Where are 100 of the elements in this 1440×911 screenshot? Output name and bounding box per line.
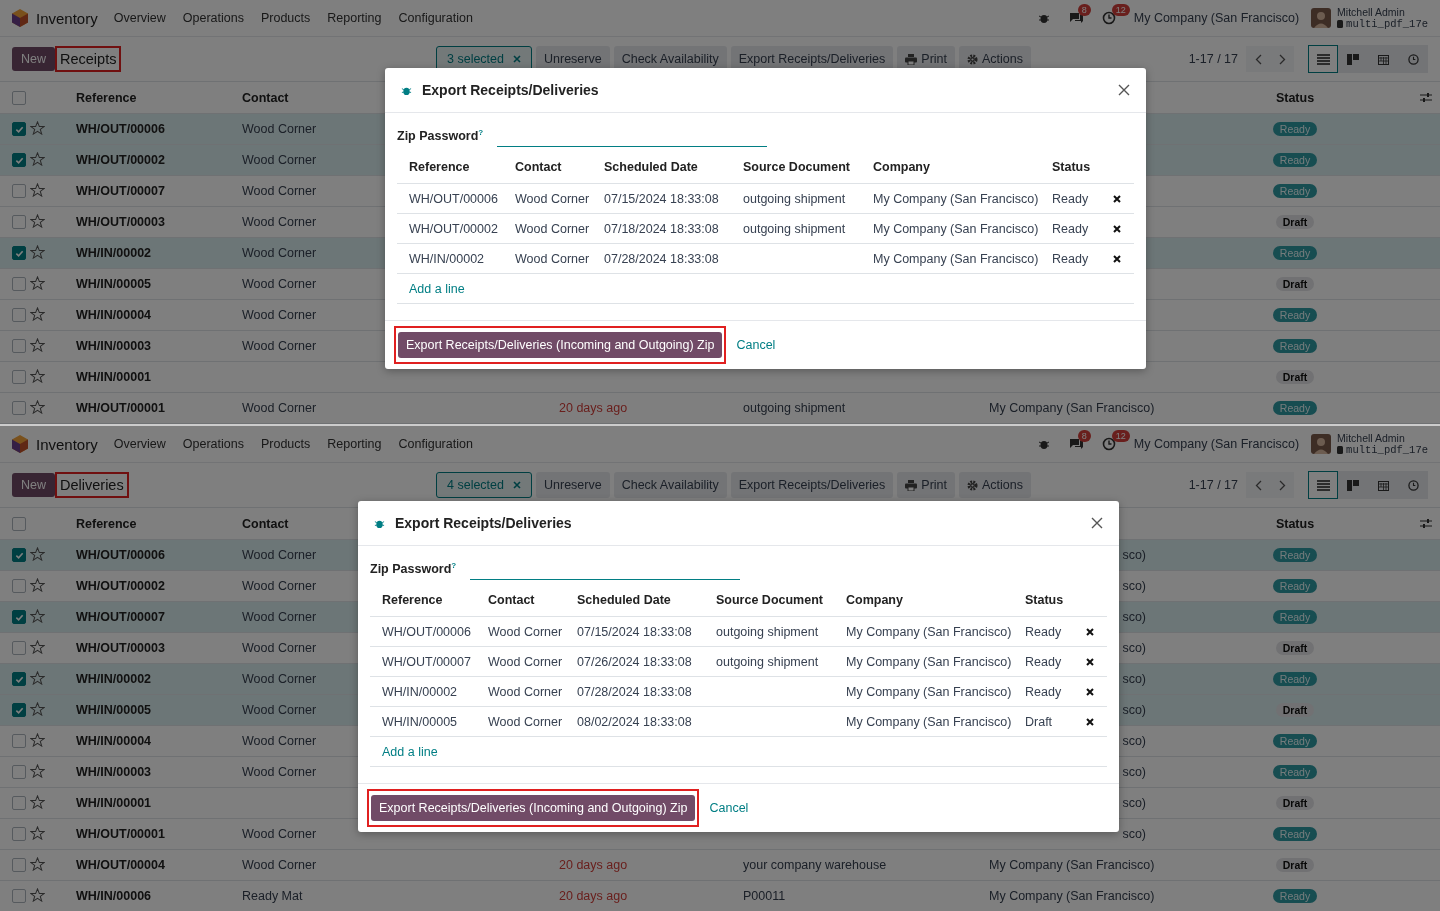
contact-cell: Wood Corner: [242, 548, 317, 562]
status-badge: Ready: [1272, 184, 1318, 198]
column-header: Scheduled Date: [577, 593, 671, 607]
company-cell: My Company (San Francisco): [989, 858, 1155, 872]
status-badge: Ready: [1272, 889, 1318, 903]
reference-cell: WH/OUT/00007: [76, 184, 165, 198]
reference-cell: WH/IN/00001: [76, 370, 152, 384]
database-name: multi_pdf_17e: [1346, 18, 1428, 30]
reference-cell: WH/OUT/00006: [76, 548, 165, 562]
dialog-title: Export Receipts/Deliveries: [422, 82, 600, 98]
reference-cell: WH/IN/00004: [76, 734, 152, 748]
company-cell: My Company (San Francisco): [989, 401, 1155, 415]
column-header: Status: [1052, 160, 1091, 174]
contact-cell: Wood Corner: [242, 122, 317, 136]
company-cell: sco): [1122, 579, 1146, 593]
column-header: Contact: [488, 593, 535, 607]
reference-cell: WH/IN/00006: [76, 889, 152, 903]
user-name: Mitchell Admin: [1337, 6, 1406, 18]
count-badge: 12: [1111, 430, 1130, 442]
contact-cell: Wood Corner: [242, 184, 317, 198]
database-name: multi_pdf_17e: [1346, 444, 1428, 456]
status-badge: Ready: [1272, 548, 1318, 562]
count-badge: 8: [1077, 4, 1091, 16]
date-cell: 20 days ago: [559, 889, 628, 903]
reference-cell: WH/OUT/00004: [76, 858, 165, 872]
company-cell: sco): [1122, 672, 1146, 686]
contact-cell: Wood Corner: [242, 215, 317, 229]
contact-cell: Wood Corner: [242, 765, 317, 779]
column-header: Source Document: [716, 593, 823, 607]
contact-cell: Ready Mat: [242, 889, 303, 903]
dialog-title: Export Receipts/Deliveries: [395, 515, 573, 531]
company-cell: sco): [1122, 734, 1146, 748]
company-cell: sco): [1122, 796, 1146, 810]
reference-cell: WH/OUT/00001: [76, 827, 165, 841]
column-header: Scheduled Date: [604, 160, 698, 174]
status-badge: Ready: [1272, 672, 1318, 686]
reference-cell: WH/OUT/00003: [76, 641, 165, 655]
company-cell: sco): [1122, 827, 1146, 841]
source-cell: outgoing shipment: [743, 401, 846, 415]
column-header: Status: [1025, 593, 1064, 607]
status-badge: Ready: [1272, 246, 1318, 260]
status-badge: Ready: [1272, 339, 1318, 353]
column-header: Reference: [382, 593, 443, 607]
column-header: Source Document: [743, 160, 850, 174]
contact-cell: Wood Corner: [242, 827, 317, 841]
status-badge: Ready: [1272, 122, 1318, 136]
source-cell: your company warehouse: [743, 858, 887, 872]
status-badge: Ready: [1272, 610, 1318, 624]
date-cell: 20 days ago: [559, 401, 628, 415]
column-header: Company: [846, 593, 903, 607]
reference-cell: WH/OUT/00003: [76, 215, 165, 229]
reference-cell: WH/IN/00003: [76, 765, 152, 779]
status-badge: Draft: [1275, 370, 1315, 384]
column-header: Reference: [409, 160, 470, 174]
column-header: Contact: [515, 160, 562, 174]
contact-cell: Wood Corner: [242, 858, 317, 872]
reference-cell: WH/IN/00005: [76, 703, 152, 717]
status-badge: Ready: [1272, 827, 1318, 841]
contact-cell: Wood Corner: [242, 308, 317, 322]
breadcrumb-title: Receipts: [55, 46, 122, 72]
breadcrumb-title: Deliveries: [55, 472, 129, 498]
status-badge: Draft: [1275, 796, 1315, 810]
reference-cell: WH/IN/00003: [76, 339, 152, 353]
field-label: Zip Password$^{?}$: [397, 127, 484, 145]
reference-cell: WH/OUT/00002: [76, 153, 165, 167]
selection-count: 4 selected: [447, 478, 504, 492]
status-badge: Draft: [1275, 277, 1315, 291]
reference-cell: WH/OUT/00002: [76, 579, 165, 593]
reference-cell: WH/IN/00001: [76, 796, 152, 810]
date-cell: 20 days ago: [559, 858, 628, 872]
contact-cell: Wood Corner: [242, 246, 317, 260]
count-badge: 12: [1111, 4, 1130, 16]
status-badge: Ready: [1272, 579, 1318, 593]
count-badge: 8: [1077, 430, 1091, 442]
reference-cell: WH/IN/00004: [76, 308, 152, 322]
source-cell: P00011: [743, 889, 786, 903]
column-header: Company: [873, 160, 930, 174]
contact-cell: Wood Corner: [242, 153, 317, 167]
selection-count: 3 selected: [447, 52, 504, 66]
company-cell: sco): [1122, 548, 1146, 562]
contact-cell: Wood Corner: [242, 610, 317, 624]
status-badge: Draft: [1275, 215, 1315, 229]
status-badge: Ready: [1272, 308, 1318, 322]
reference-cell: WH/IN/00005: [76, 277, 152, 291]
status-badge: Draft: [1275, 703, 1315, 717]
status-badge: Ready: [1272, 765, 1318, 779]
contact-cell: Wood Corner: [242, 641, 317, 655]
status-badge: Ready: [1272, 734, 1318, 748]
status-badge: Draft: [1275, 858, 1315, 872]
contact-cell: Wood Corner: [242, 703, 317, 717]
user-name: Mitchell Admin: [1337, 432, 1406, 444]
status-badge: Ready: [1272, 153, 1318, 167]
reference-cell: WH/OUT/00006: [76, 122, 165, 136]
status-badge: Draft: [1275, 641, 1315, 655]
company-cell: sco): [1122, 765, 1146, 779]
company-cell: My Company (San Francisco): [989, 889, 1155, 903]
contact-cell: Wood Corner: [242, 734, 317, 748]
reference-cell: WH/IN/00002: [76, 672, 152, 686]
reference-cell: WH/IN/00002: [76, 246, 152, 260]
field-label: Zip Password$^{?}$: [370, 560, 457, 578]
